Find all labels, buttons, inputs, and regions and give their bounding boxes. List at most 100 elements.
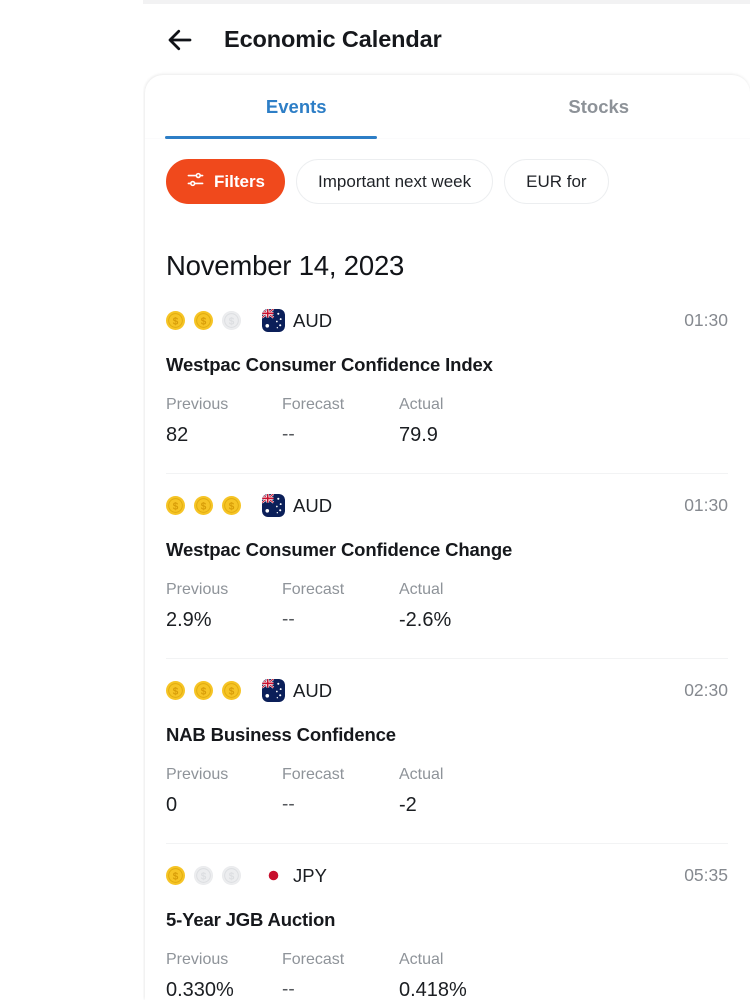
stat-forecast-value: --: [282, 979, 295, 1000]
stat-previous-label: Previous: [166, 581, 229, 598]
coin-filled-icon: $: [194, 681, 213, 700]
filters-button[interactable]: Filters: [166, 159, 286, 204]
svg-text:$: $: [173, 871, 179, 882]
svg-text:$: $: [201, 686, 207, 697]
coin-filled-icon: $: [222, 496, 241, 515]
coin-filled-icon: $: [166, 681, 185, 700]
stat-forecast-label: Forecast: [282, 951, 345, 968]
coin-filled-icon: $: [222, 681, 241, 700]
event-row[interactable]: $ $ $ AUD 01:30 Westpac Consumer Confidence I…: [145, 304, 750, 473]
chip-important-next-week[interactable]: Important next week: [296, 159, 494, 204]
coin-filled-icon: $: [166, 311, 185, 330]
event-separator: [166, 473, 728, 474]
stat-forecast-label: Forecast: [282, 766, 345, 783]
tab-events-label: Events: [265, 96, 327, 117]
stat-previous: Previous 82: [166, 396, 282, 447]
coin-filled-icon: $: [194, 311, 213, 330]
svg-text:$: $: [229, 316, 235, 327]
stat-forecast: Forecast --: [282, 581, 399, 632]
stat-forecast-value: --: [282, 794, 295, 815]
event-row[interactable]: $ $ $ AUD 02:30 NAB Business Confidence Previo…: [145, 674, 750, 843]
content-card: Events Stocks Filters Important next wee…: [145, 75, 750, 1000]
svg-text:$: $: [201, 501, 207, 512]
volatility-indicator: $ $ $: [166, 496, 241, 515]
coin-empty-icon: $: [194, 866, 213, 885]
stat-actual: Actual -2.6%: [399, 581, 539, 632]
au-flag-icon: [262, 679, 285, 702]
au-flag-icon: [262, 494, 285, 517]
stat-actual: Actual 79.9: [399, 396, 539, 447]
stat-previous-label: Previous: [166, 766, 229, 783]
currency-code: JPY: [293, 864, 327, 886]
event-time: 01:30: [684, 310, 728, 330]
event-title: NAB Business Confidence: [166, 724, 396, 745]
chip-eur-for-label: EUR for: [526, 171, 587, 191]
stat-forecast-value: --: [282, 609, 295, 630]
coin-empty-icon: $: [222, 866, 241, 885]
tab-events[interactable]: Events: [145, 75, 448, 139]
stat-forecast-value: --: [282, 424, 295, 445]
au-flag-icon: [262, 309, 285, 332]
event-header: $ $ $ AUD 02:30: [166, 674, 728, 707]
currency-code: AUD: [293, 309, 333, 331]
jp-flag-icon: [262, 864, 285, 887]
stat-actual-value: -2: [399, 794, 417, 816]
coin-filled-icon: $: [166, 866, 185, 885]
page-title: Economic Calendar: [224, 26, 442, 52]
currency-code: AUD: [293, 679, 333, 701]
event-stats: Previous 0.330% Forecast -- Actual 0.418%: [166, 951, 728, 1000]
filter-chip-row[interactable]: Filters Important next week EUR for: [145, 139, 750, 207]
stat-forecast-label: Forecast: [282, 581, 345, 598]
event-header: $ $ $ AUD 01:30: [166, 489, 728, 522]
stat-previous-value: 2.9%: [166, 609, 212, 631]
event-title: 5-Year JGB Auction: [166, 909, 336, 930]
back-button[interactable]: [157, 17, 203, 63]
stat-previous: Previous 2.9%: [166, 581, 282, 632]
event-title: Westpac Consumer Confidence Index: [166, 354, 493, 375]
event-time: 05:35: [684, 865, 728, 885]
stat-actual: Actual -2: [399, 766, 539, 817]
stat-previous-value: 82: [166, 424, 189, 446]
event-list: $ $ $ AUD 01:30 Westpac Consumer Confidence I…: [145, 304, 750, 1000]
stat-previous-label: Previous: [166, 951, 229, 968]
tab-stocks-label: Stocks: [568, 96, 630, 117]
stat-actual-label: Actual: [399, 581, 444, 598]
event-separator: [166, 843, 728, 844]
stat-previous-value: 0: [166, 794, 178, 816]
stat-forecast: Forecast --: [282, 766, 399, 817]
svg-text:$: $: [229, 871, 235, 882]
volatility-indicator: $ $ $: [166, 866, 241, 885]
event-row[interactable]: $ $ $ AUD 01:30 Westpac Consumer Confidence C…: [145, 489, 750, 658]
svg-text:$: $: [201, 871, 207, 882]
volatility-indicator: $ $ $: [166, 311, 241, 330]
event-time: 02:30: [684, 680, 728, 700]
event-separator: [166, 658, 728, 659]
svg-text:$: $: [173, 686, 179, 697]
event-header: $ $ $ AUD 01:30: [166, 304, 728, 337]
stat-actual-value: 79.9: [399, 424, 438, 446]
stat-actual-label: Actual: [399, 951, 444, 968]
stat-actual-label: Actual: [399, 766, 444, 783]
stat-actual-label: Actual: [399, 396, 444, 413]
arrow-left-icon: [165, 25, 195, 55]
stat-previous: Previous 0.330%: [166, 951, 282, 1000]
stat-previous: Previous 0: [166, 766, 282, 817]
event-row[interactable]: $ $ $ JPY 05:35 5-Year JGB Auction Previous 0.3…: [145, 859, 750, 1000]
stat-previous-value: 0.330%: [166, 979, 234, 1000]
stat-forecast-label: Forecast: [282, 396, 345, 413]
svg-text:$: $: [229, 501, 235, 512]
stat-previous-label: Previous: [166, 396, 229, 413]
tab-stocks[interactable]: Stocks: [448, 75, 750, 139]
stat-forecast: Forecast --: [282, 951, 399, 1000]
filters-label: Filters: [214, 171, 266, 191]
event-header: $ $ $ JPY 05:35: [166, 859, 728, 892]
tab-bar: Events Stocks: [145, 75, 750, 139]
chip-eur-for[interactable]: EUR for: [504, 159, 609, 204]
stat-actual-value: -2.6%: [399, 609, 452, 631]
currency-code: AUD: [293, 494, 333, 516]
chip-important-next-week-label: Important next week: [318, 171, 472, 191]
app-bar: Economic Calendar: [143, 4, 750, 75]
event-stats: Previous 2.9% Forecast -- Actual -2.6%: [166, 581, 728, 658]
svg-text:$: $: [229, 686, 235, 697]
tab-active-indicator: [165, 136, 377, 139]
